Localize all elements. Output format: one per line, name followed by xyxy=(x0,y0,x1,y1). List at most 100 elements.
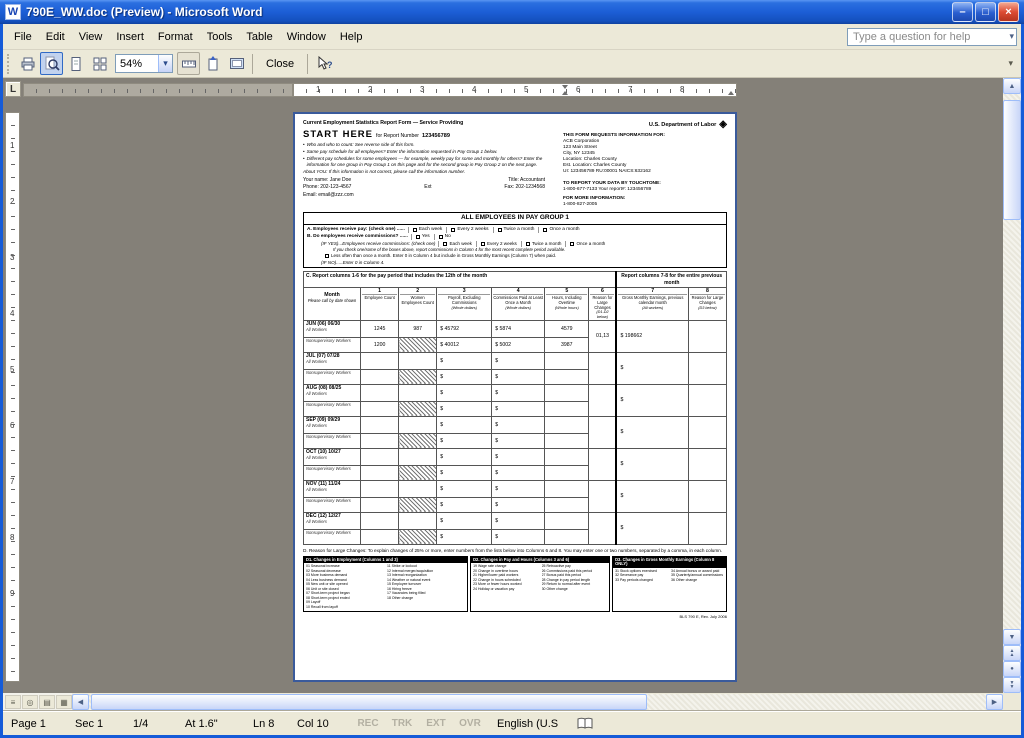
scroll-up-button[interactable]: ▲ xyxy=(1003,78,1021,94)
checkbox-icon[interactable] xyxy=(451,228,455,232)
menu-format[interactable]: Format xyxy=(151,28,200,46)
bullet-text: Who and who to count: See reverse side o… xyxy=(307,142,415,148)
data-cell: $ xyxy=(437,433,492,448)
ruler-margin-area xyxy=(23,83,293,97)
toolbar-options-icon[interactable]: ▾ xyxy=(1004,58,1017,69)
status-flag-ovr[interactable]: OVR xyxy=(453,718,487,729)
horizontal-scroll-track[interactable] xyxy=(89,694,986,710)
web-layout-view-button[interactable]: ◎ xyxy=(22,695,38,709)
context-help-button[interactable]: ? xyxy=(312,52,335,75)
scroll-right-button[interactable]: ▶ xyxy=(986,694,1003,710)
view-buttons: ≡ ◎ ▤ ▦ xyxy=(3,693,72,711)
checkbox-icon[interactable] xyxy=(413,228,417,232)
column-number: 1 xyxy=(362,288,397,296)
document-page[interactable]: Current Employment Statistics Report For… xyxy=(293,112,737,682)
status-flag-trk[interactable]: TRK xyxy=(385,718,419,729)
question-box[interactable]: Type a question for help ▾ xyxy=(847,28,1017,46)
chevron-down-icon[interactable]: ▾ xyxy=(1009,31,1014,42)
d-box-1: D1. Changes in Employment (Columns 1 and… xyxy=(303,556,468,612)
data-cell: $ xyxy=(492,401,545,416)
data-cell xyxy=(361,352,399,369)
menu-insert[interactable]: Insert xyxy=(109,28,151,46)
scroll-left-button[interactable]: ◀ xyxy=(72,694,89,710)
menu-file[interactable]: File xyxy=(7,28,39,46)
d-item: 18 Other change xyxy=(387,596,465,601)
normal-view-button[interactable]: ≡ xyxy=(5,695,21,709)
vertical-scrollbar[interactable]: ▲ ▼ ▲▲ ● ▼▼ xyxy=(1003,78,1021,693)
checkbox-icon[interactable] xyxy=(481,242,485,246)
nonsupervisory-cell: Nonsupervisory Workers xyxy=(304,529,361,544)
zoom-combobox[interactable]: 54% ▾ xyxy=(115,54,173,73)
data-cell xyxy=(399,416,437,433)
status-bar: Page 1 Sec 1 1/4 At 1.6" Ln 8 Col 10 REC… xyxy=(3,711,1021,735)
data-cell xyxy=(361,369,399,384)
scroll-down-button[interactable]: ▼ xyxy=(1003,629,1021,645)
menu-window[interactable]: Window xyxy=(280,28,333,46)
data-cell xyxy=(545,465,589,480)
status-language[interactable]: English (U.S xyxy=(487,718,573,730)
checkbox-icon[interactable] xyxy=(526,242,530,246)
chevron-down-icon[interactable]: ▾ xyxy=(158,55,172,72)
checkbox-icon[interactable] xyxy=(443,242,447,246)
data-cell xyxy=(361,448,399,465)
data-cell: $ xyxy=(492,448,545,465)
word-app-icon[interactable]: W xyxy=(5,4,21,20)
previous-page-button[interactable]: ▲▲ xyxy=(1003,645,1021,661)
status-at: At 1.6" xyxy=(177,718,245,730)
vertical-scroll-track[interactable] xyxy=(1003,94,1021,629)
checkbox-icon[interactable] xyxy=(570,242,574,246)
minimize-button[interactable]: – xyxy=(952,2,973,22)
month-cell: OCT (10) 10/27All Workers xyxy=(304,448,361,465)
pay-option-label: Every 2 weeks xyxy=(457,227,488,233)
nonsupervisory-label: Nonsupervisory Workers xyxy=(306,434,359,439)
magnifier-button[interactable] xyxy=(40,52,63,75)
table-row: NOV (11) 11/24All Workers$$$ xyxy=(304,480,727,497)
data-cell xyxy=(361,529,399,544)
month-cell: SEP (09) 09/29All Workers xyxy=(304,416,361,433)
status-page-of: 1/4 xyxy=(125,718,177,730)
nonsupervisory-label: Nonsupervisory Workers xyxy=(306,498,359,503)
table-row: JUN (06) 06/30All Workers1245987$ 45792$… xyxy=(304,320,727,337)
menu-help[interactable]: Help xyxy=(333,28,370,46)
status-flag-ext[interactable]: EXT xyxy=(419,718,453,729)
checkbox-icon[interactable] xyxy=(543,228,547,232)
full-screen-button[interactable] xyxy=(225,52,248,75)
form-header: Current Employment Statistics Report For… xyxy=(303,120,727,208)
menu-tools[interactable]: Tools xyxy=(200,28,240,46)
horizontal-scroll-thumb[interactable] xyxy=(91,694,647,710)
first-line-indent-marker[interactable] xyxy=(562,85,568,92)
vertical-ruler[interactable]: 123456789 xyxy=(5,112,20,682)
multiple-pages-button[interactable] xyxy=(88,52,111,75)
title-bar[interactable]: W 790E_WW.doc (Preview) - Microsoft Word… xyxy=(0,0,1024,24)
select-browse-object-button[interactable]: ● xyxy=(1003,661,1021,677)
hanging-indent-marker[interactable] xyxy=(562,88,568,95)
one-page-button[interactable] xyxy=(64,52,87,75)
pay-option-label: Every 2 weeks xyxy=(487,241,517,247)
tab-selector[interactable]: L xyxy=(5,81,21,97)
reason-cell: 01,13 xyxy=(589,320,616,352)
print-layout-view-button[interactable]: ▤ xyxy=(39,695,55,709)
toolbar-grip[interactable] xyxy=(7,54,11,74)
nonsupervisory-cell: Nonsupervisory Workers xyxy=(304,337,361,352)
ruler-number: 2 xyxy=(368,85,372,94)
shrink-to-fit-button[interactable] xyxy=(201,52,224,75)
d-box-columns: 31 Stock options exercised32 Severance p… xyxy=(613,568,726,584)
restore-button[interactable]: □ xyxy=(975,2,996,22)
menu-view[interactable]: View xyxy=(72,28,110,46)
checkbox-icon[interactable] xyxy=(498,228,502,232)
menu-edit[interactable]: Edit xyxy=(39,28,72,46)
close-preview-button[interactable]: Close xyxy=(257,53,303,74)
close-window-button[interactable]: × xyxy=(998,2,1019,22)
right-indent-marker[interactable] xyxy=(728,88,734,95)
next-page-button[interactable]: ▼▼ xyxy=(1003,677,1021,693)
data-cell xyxy=(361,384,399,401)
data-cell xyxy=(361,465,399,480)
spellcheck-status-icon[interactable] xyxy=(577,717,593,731)
status-flag-rec[interactable]: REC xyxy=(351,718,385,729)
menu-table[interactable]: Table xyxy=(239,28,279,46)
print-button[interactable] xyxy=(16,52,39,75)
horizontal-ruler[interactable]: 12345678 xyxy=(23,81,999,99)
vertical-scroll-thumb[interactable] xyxy=(1003,100,1021,220)
outline-view-button[interactable]: ▦ xyxy=(56,695,72,709)
view-ruler-button[interactable] xyxy=(177,52,200,75)
